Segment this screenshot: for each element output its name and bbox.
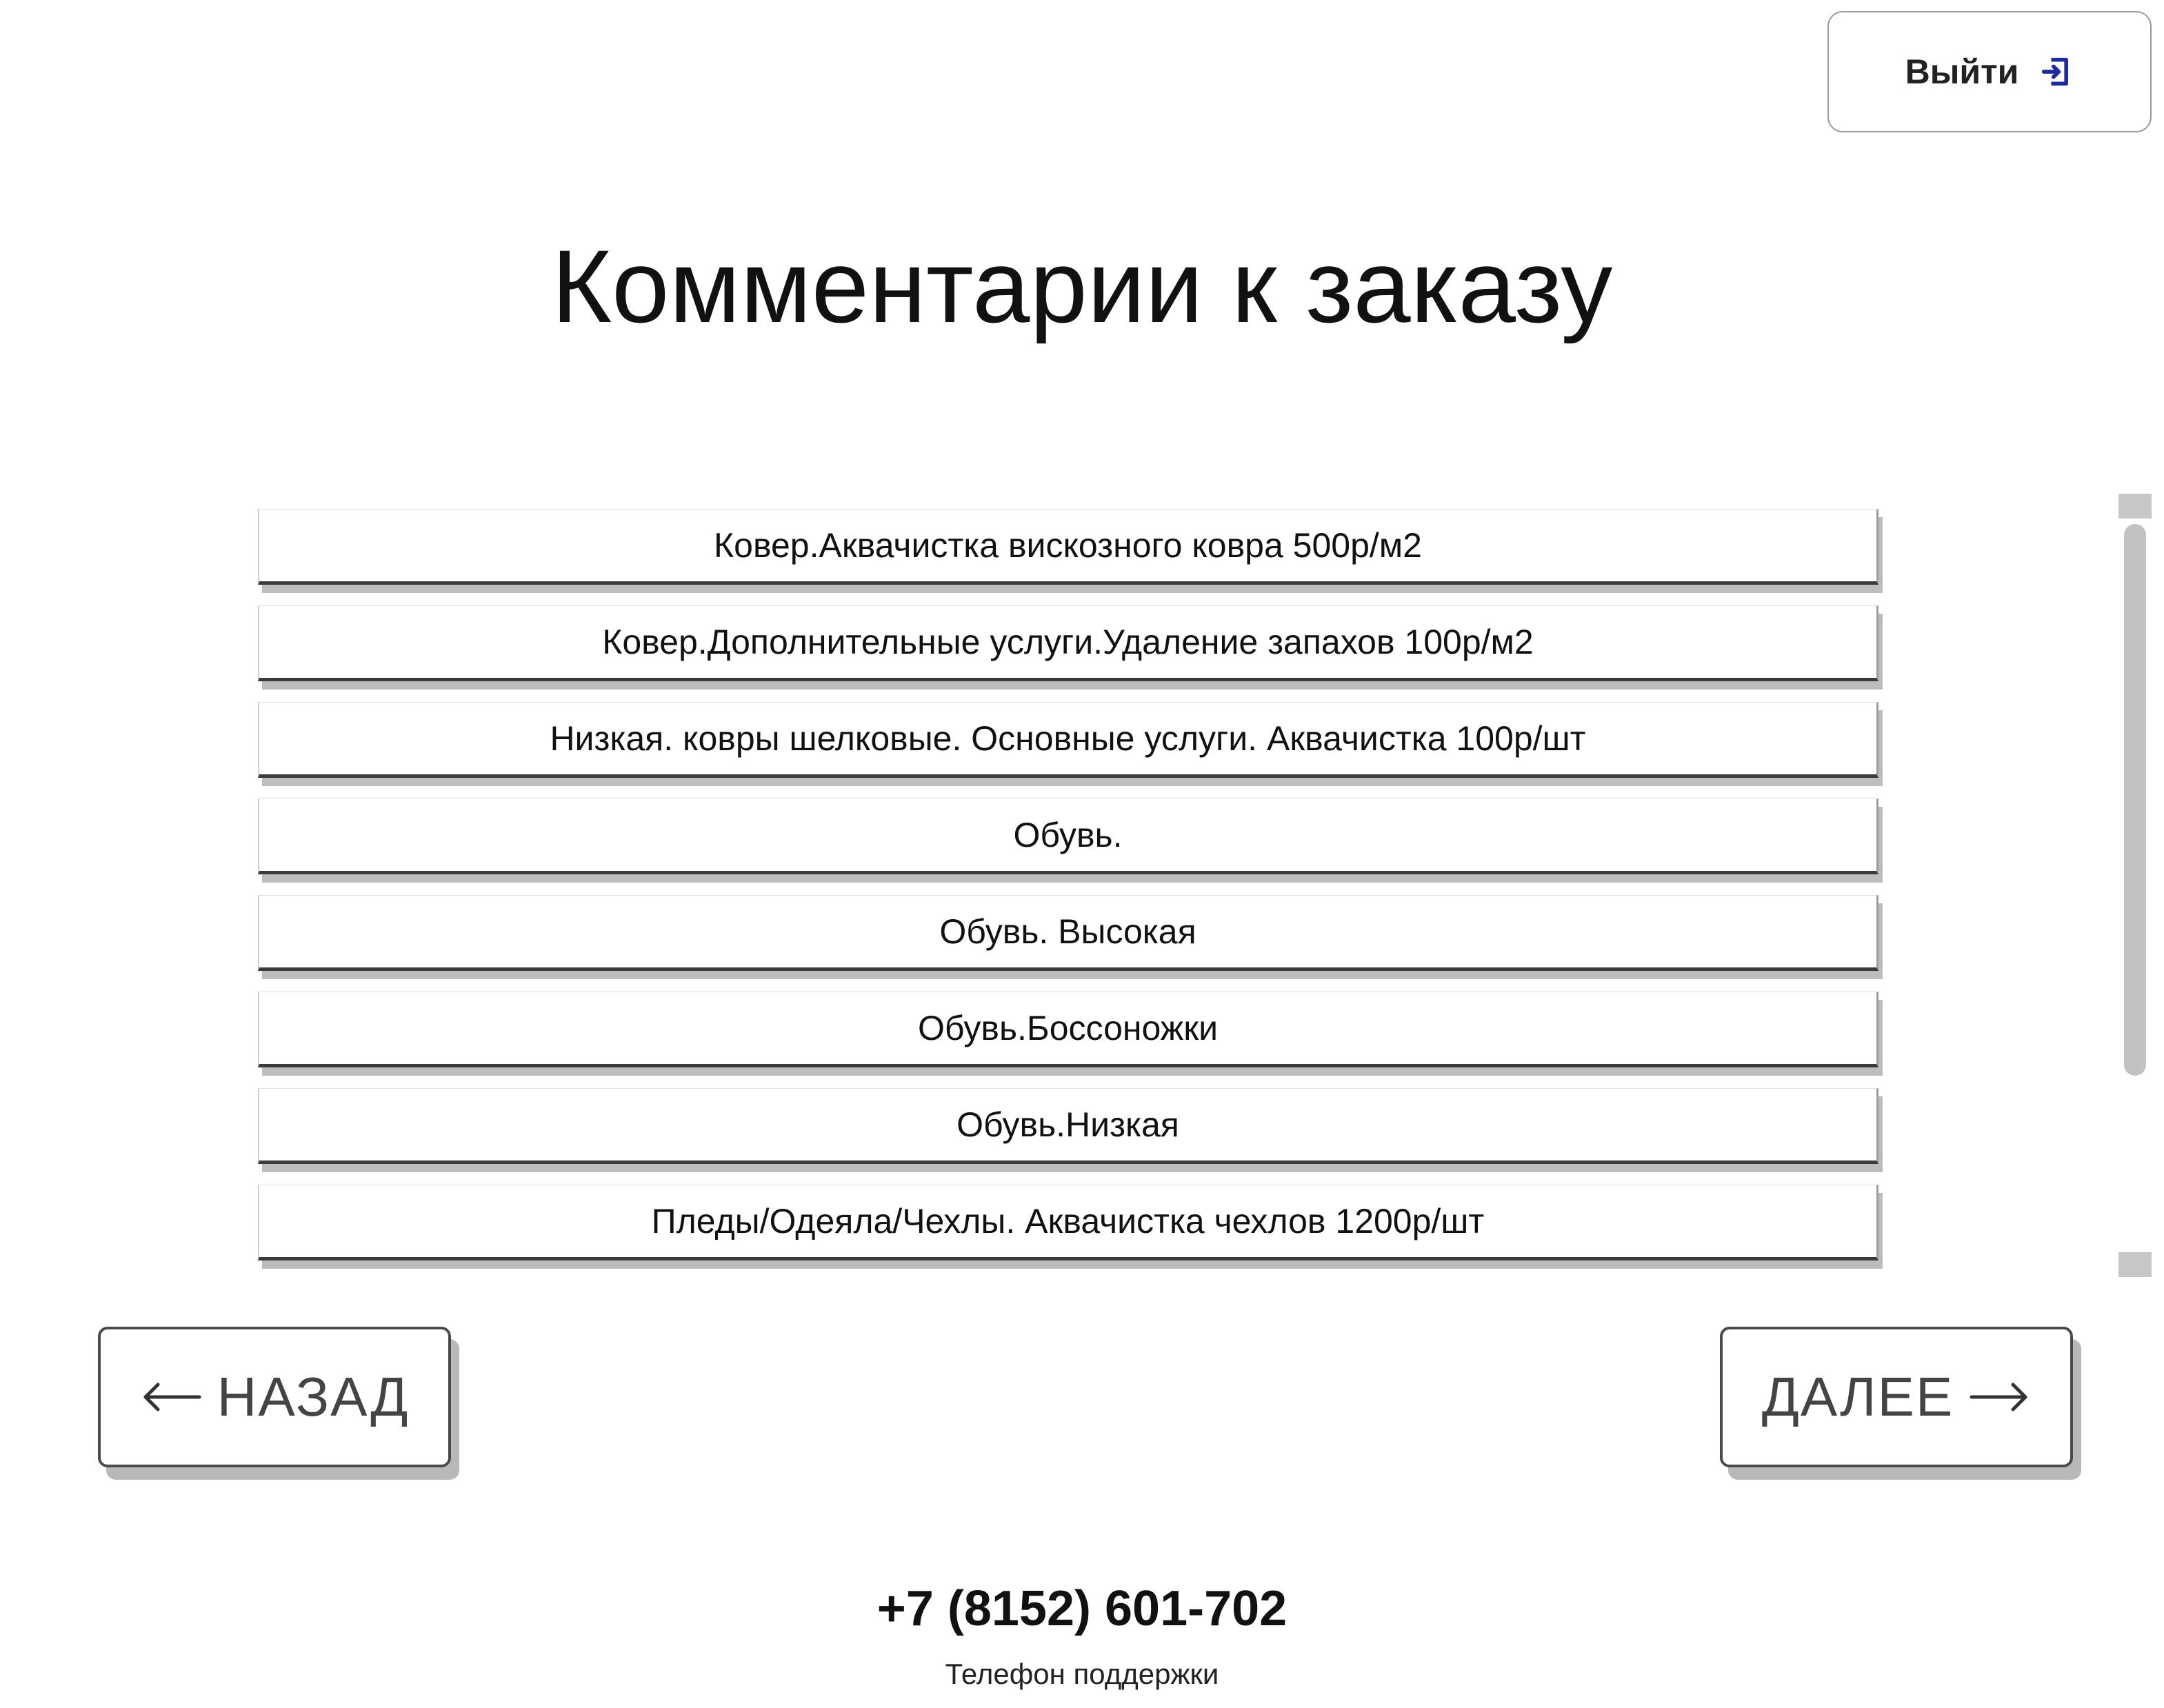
- exit-icon: [2042, 57, 2069, 86]
- scrollbar-thumb[interactable]: [2124, 524, 2146, 1076]
- support-phone-caption: Телефон поддержки: [945, 1658, 1219, 1690]
- comment-option[interactable]: Обувь.Низкая: [258, 1088, 1879, 1164]
- comment-option[interactable]: Низкая. ковры шелковые. Основные услуги.…: [258, 702, 1879, 778]
- support-phone: +7 (8152) 601-702: [876, 1581, 1288, 1636]
- page-title: Комментарии к заказу: [551, 228, 1613, 344]
- next-button[interactable]: ДАЛЕЕ: [1720, 1327, 2073, 1467]
- comments-list: Ковер.Аквачистка вискозного ковра 500р/м…: [258, 509, 1879, 1274]
- exit-button[interactable]: Выйти: [1827, 11, 2152, 132]
- comment-option[interactable]: Ковер.Дополнительные услуги.Удаление зап…: [258, 605, 1879, 681]
- arrow-left-icon: [143, 1383, 201, 1411]
- arrow-right-icon: [1970, 1383, 2027, 1411]
- next-button-label: ДАЛЕЕ: [1761, 1366, 1954, 1427]
- back-button-label: НАЗАД: [217, 1366, 410, 1427]
- comment-option[interactable]: Пледы/Одеяла/Чехлы. Аквачистка чехлов 12…: [258, 1185, 1879, 1260]
- back-button[interactable]: НАЗАД: [98, 1327, 451, 1467]
- scroll-down-button[interactable]: [2118, 1252, 2152, 1277]
- comment-option[interactable]: Ковер.Аквачистка вискозного ковра 500р/м…: [258, 509, 1879, 585]
- comment-option[interactable]: Обувь. Высокая: [258, 895, 1879, 971]
- exit-button-label: Выйти: [1905, 52, 2019, 91]
- scrollbar-track[interactable]: [2121, 524, 2149, 1248]
- scroll-up-button[interactable]: [2118, 494, 2152, 519]
- comment-option[interactable]: Обувь.Боссоножки: [258, 992, 1879, 1067]
- comment-option[interactable]: Обувь.: [258, 798, 1879, 874]
